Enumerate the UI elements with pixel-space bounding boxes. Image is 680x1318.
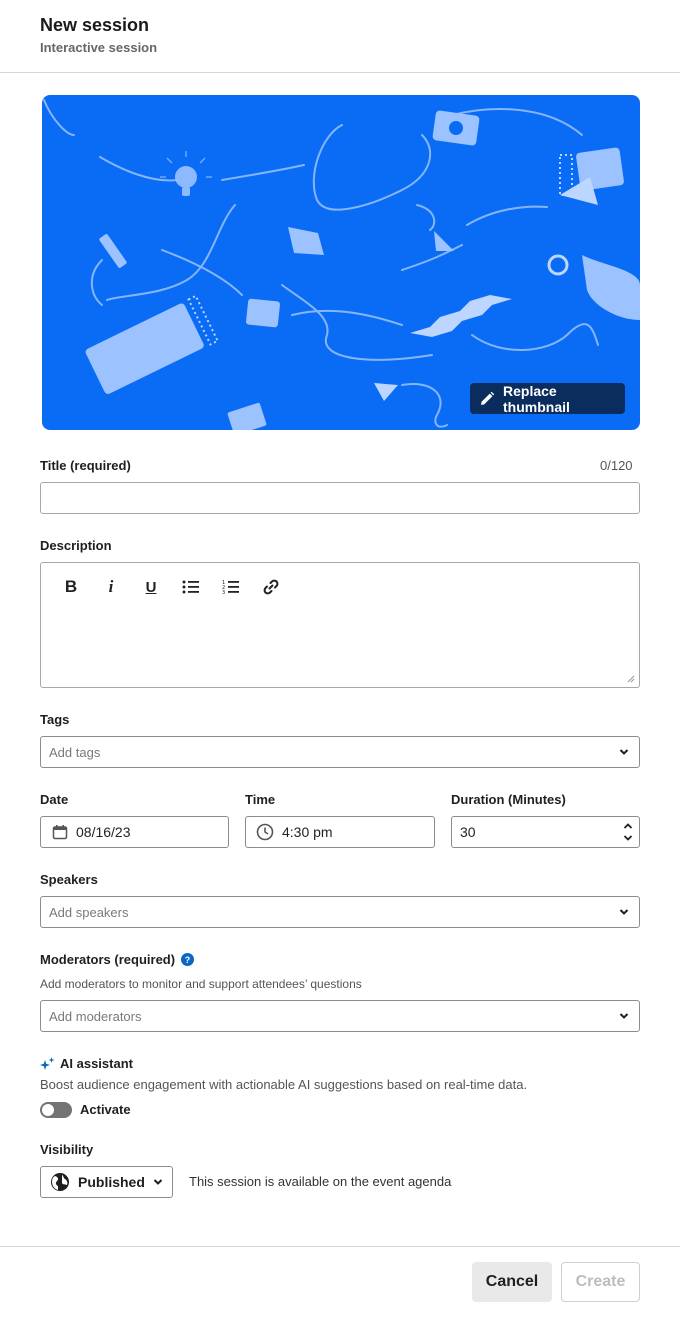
italic-icon[interactable]: i [91,575,131,599]
speakers-label: Speakers [40,872,98,887]
tags-select[interactable]: Add tags [40,736,640,768]
visibility-label: Visibility [40,1142,94,1157]
ai-assistant-label-row: AI assistant [40,1056,133,1071]
tags-placeholder: Add tags [49,744,101,760]
clock-icon [256,823,274,841]
help-icon[interactable]: ? [181,953,195,966]
moderators-hint: Add moderators to monitor and support at… [40,977,362,991]
duration-label: Duration (Minutes) [451,792,566,807]
moderators-label-row: Moderators (required) ? [40,952,195,967]
date-label: Date [40,792,69,807]
speakers-placeholder: Add speakers [49,904,129,920]
sparkle-icon [40,1056,55,1070]
stepper-arrows-icon[interactable] [623,821,633,843]
editor-toolbar: B i U 1 2 3 [51,575,291,599]
duration-stepper[interactable]: 30 [451,816,640,848]
moderators-select[interactable]: Add moderators [40,1000,640,1032]
visibility-selected: Published [78,1174,145,1190]
underline-icon[interactable]: U [131,575,171,599]
toggle-knob [42,1104,54,1116]
link-icon[interactable] [251,575,291,599]
svg-text:?: ? [185,955,191,965]
bulleted-list-icon[interactable] [171,575,211,599]
chevron-down-icon [619,749,629,755]
cancel-button[interactable]: Cancel [472,1262,552,1302]
moderators-label: Moderators (required) [40,952,176,967]
title-label: Title (required) [40,458,131,473]
session-thumbnail [42,95,640,430]
activate-label: Activate [80,1102,131,1117]
pencil-icon [481,391,495,405]
chevron-down-icon [153,1179,163,1185]
time-value: 4:30 pm [282,824,333,840]
dialog-title: New session [40,15,150,35]
time-field[interactable]: 4:30 pm [245,816,435,848]
dialog-subtitle: Interactive session [40,40,158,55]
speakers-select[interactable]: Add speakers [40,896,640,928]
visibility-dropdown[interactable]: Published [40,1166,173,1198]
bold-icon[interactable]: B [51,575,91,599]
moderators-placeholder: Add moderators [49,1008,142,1024]
tags-label: Tags [40,712,70,727]
ai-assistant-toggle[interactable] [40,1102,72,1118]
chevron-down-icon [619,909,629,915]
calendar-icon [52,825,68,840]
resize-handle-icon[interactable] [627,675,635,683]
dialog-header: New session Interactive session [0,0,680,73]
title-char-counter: 0/120 [600,458,633,473]
ai-assistant-description: Boost audience engagement with actionabl… [40,1077,528,1092]
chevron-down-icon [619,1013,629,1019]
thumbnail-illustration [43,99,640,430]
date-field[interactable]: 08/16/23 [40,816,229,848]
description-editor[interactable]: B i U 1 2 3 [40,562,640,688]
description-label: Description [40,538,112,553]
replace-thumbnail-button[interactable]: Replace thumbnail [470,382,625,415]
time-label: Time [245,792,276,807]
title-input[interactable] [40,482,640,514]
svg-text:3: 3 [222,590,225,595]
ai-assistant-label: AI assistant [60,1056,133,1071]
duration-value: 30 [460,824,476,840]
numbered-list-icon[interactable]: 1 2 3 [211,575,251,599]
visibility-description: This session is available on the event a… [189,1174,452,1189]
create-button[interactable]: Create [561,1262,640,1302]
date-value: 08/16/23 [76,824,131,840]
globe-icon [51,1173,69,1191]
replace-thumbnail-label: Replace thumbnail [503,382,570,415]
